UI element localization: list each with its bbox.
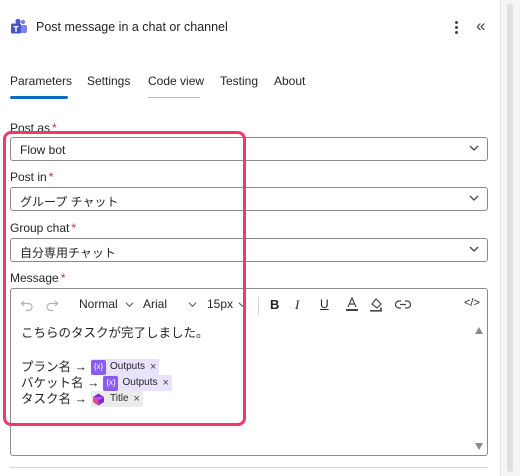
underline-button[interactable]: U xyxy=(320,297,329,311)
undo-icon[interactable] xyxy=(20,298,34,312)
message-label: Message * xyxy=(10,271,66,285)
link-icon[interactable] xyxy=(395,299,411,310)
remove-token-icon[interactable]: × xyxy=(163,375,169,391)
editor-toolbar: Normal Arial 15px B I U </> xyxy=(11,289,487,321)
redo-icon[interactable] xyxy=(45,298,59,312)
group-chat-label: Group chat * xyxy=(10,221,77,235)
double-chevron-left-icon[interactable]: « xyxy=(476,16,486,36)
more-vertical-icon[interactable] xyxy=(449,17,463,37)
post-in-label: Post in * xyxy=(10,170,54,184)
tab-about[interactable]: About xyxy=(274,70,305,98)
post-as-label: Post as * xyxy=(10,121,57,135)
expression-icon: {x} xyxy=(103,375,119,391)
font-family-dropdown[interactable]: Arial xyxy=(143,297,197,311)
panel-header: Post message in a chat or channel « xyxy=(0,0,500,52)
teams-icon xyxy=(11,18,27,34)
tab-settings[interactable]: Settings xyxy=(87,70,130,98)
post-in-value: グループ チャット xyxy=(20,195,119,209)
post-in-dropdown[interactable]: グループ チャット xyxy=(10,187,488,211)
planner-icon xyxy=(92,393,104,405)
font-color-icon[interactable] xyxy=(345,297,359,312)
message-line-plan: プラン名 → {x} Outputs × xyxy=(21,359,160,375)
remove-token-icon[interactable]: × xyxy=(150,359,156,375)
chevron-down-icon xyxy=(125,302,134,308)
dynamic-content-token[interactable]: Title × xyxy=(90,391,143,407)
dynamic-content-token[interactable]: {x} Outputs × xyxy=(103,375,172,391)
active-tab-indicator xyxy=(10,96,68,99)
chevron-down-icon xyxy=(469,145,479,151)
chevron-down-icon xyxy=(238,302,247,308)
toolbar-divider xyxy=(258,297,259,315)
remove-token-icon[interactable]: × xyxy=(134,391,140,407)
page-scrollbar[interactable] xyxy=(507,4,513,472)
paragraph-style-dropdown[interactable]: Normal xyxy=(79,297,134,311)
font-size-dropdown[interactable]: 15px xyxy=(207,297,247,311)
message-line-task: タスク名 → Title × xyxy=(21,391,143,407)
code-view-icon[interactable]: </> xyxy=(464,297,480,309)
group-chat-dropdown[interactable]: 自分専用チャット xyxy=(10,238,488,262)
panel-title: Post message in a chat or channel xyxy=(36,20,228,34)
editor-scroll-up-arrow[interactable] xyxy=(475,327,483,334)
tab-testing[interactable]: Testing xyxy=(220,70,258,98)
post-as-dropdown[interactable]: Flow bot xyxy=(10,137,488,161)
group-chat-value: 自分専用チャット xyxy=(20,246,116,260)
divider xyxy=(10,467,488,468)
editor-scroll-down-arrow[interactable] xyxy=(475,443,483,450)
chevron-down-icon xyxy=(469,246,479,252)
tab-hover-indicator xyxy=(148,97,200,98)
message-editor[interactable]: Normal Arial 15px B I U </> こちらのタスクが完了しま… xyxy=(10,288,488,456)
bold-button[interactable]: B xyxy=(270,297,279,312)
chevron-down-icon xyxy=(469,195,479,201)
dynamic-content-token[interactable]: {x} Outputs × xyxy=(90,359,160,375)
italic-button[interactable]: I xyxy=(295,297,299,313)
chevron-down-icon xyxy=(188,302,197,308)
tab-parameters[interactable]: Parameters xyxy=(10,70,72,98)
tab-code-view[interactable]: Code view xyxy=(148,70,204,98)
post-as-value: Flow bot xyxy=(20,143,66,157)
expression-icon: {x} xyxy=(90,359,106,375)
message-intro: こちらのタスクが完了しました。 xyxy=(21,326,209,340)
message-line-bucket: バケット名 → {x} Outputs × xyxy=(21,375,172,391)
highlight-color-icon[interactable] xyxy=(369,297,384,312)
